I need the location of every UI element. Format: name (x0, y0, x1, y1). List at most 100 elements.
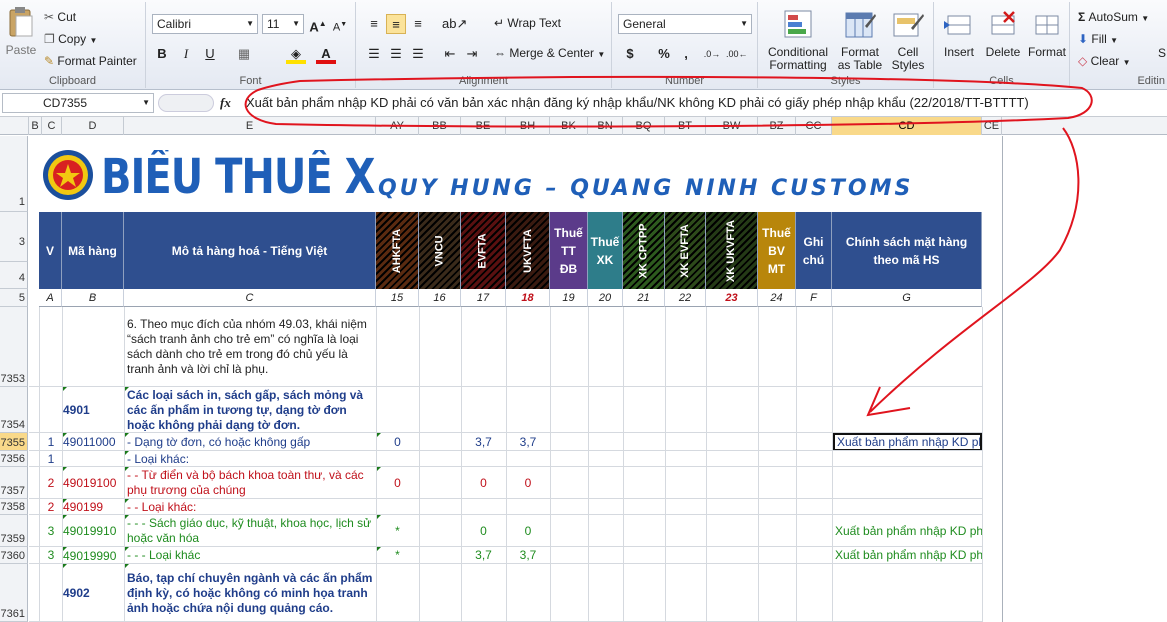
select-all-corner[interactable] (0, 117, 29, 135)
fx-button[interactable]: fx (220, 95, 231, 111)
column-header[interactable]: BT (665, 117, 706, 135)
header-cell[interactable]: UKVFTA (506, 212, 550, 289)
cell-ukvfta[interactable] (506, 307, 550, 387)
header-cell[interactable]: Thuế BV MT (758, 212, 796, 289)
clear-button[interactable]: ◇ Clear ▼ (1078, 54, 1131, 68)
row-header[interactable]: 1 (0, 136, 28, 212)
column-header[interactable]: B (29, 117, 42, 135)
cell-v[interactable]: 1 (40, 451, 62, 467)
cell-chinh-sach[interactable] (833, 564, 982, 622)
column-number-cell[interactable]: 22 (665, 289, 706, 307)
column-number-cell[interactable]: 21 (623, 289, 665, 307)
column-header[interactable]: BE (461, 117, 506, 135)
column-number-cell[interactable]: 20 (588, 289, 623, 307)
currency-button[interactable]: $ (620, 44, 640, 64)
column-header[interactable]: CE (982, 117, 1002, 135)
header-cell[interactable]: EVFTA (461, 212, 506, 289)
align-right-icon[interactable]: ☰ (408, 44, 428, 64)
cell-code[interactable]: 49019910 (63, 515, 124, 547)
header-cell[interactable]: Ghi chú (796, 212, 832, 289)
header-cell[interactable]: XK UKVFTA (706, 212, 758, 289)
column-header[interactable]: BK (550, 117, 588, 135)
cell-evfta[interactable]: 3,7 (461, 547, 506, 564)
column-header[interactable]: CC (796, 117, 832, 135)
cell-v[interactable]: 3 (40, 547, 62, 564)
cell-ukvfta[interactable] (506, 564, 550, 622)
header-cell[interactable]: Thuế TT ĐB (550, 212, 588, 289)
cell-ahkfta[interactable] (376, 564, 419, 622)
decrease-decimal-icon[interactable]: .00← (726, 44, 748, 64)
cell-v[interactable]: 2 (40, 467, 62, 499)
cell-description[interactable]: - - - Sách giáo dục, kỹ thuật, khoa học,… (127, 515, 373, 547)
cell-evfta[interactable]: 0 (461, 467, 506, 499)
cell-ahkfta[interactable]: * (376, 547, 419, 564)
insert-button[interactable]: Insert (938, 2, 980, 74)
cell-code[interactable] (63, 451, 124, 467)
column-header[interactable]: BN (588, 117, 623, 135)
row-header[interactable]: 7360 (0, 547, 28, 564)
row-header[interactable]: 4 (0, 262, 28, 289)
cell-description[interactable]: 6. Theo mục đích của nhóm 49.03, khái ni… (127, 307, 373, 387)
sort-filter-label[interactable]: S (1158, 46, 1166, 60)
column-header[interactable]: BH (506, 117, 550, 135)
cell-v[interactable] (40, 307, 62, 387)
column-number-cell[interactable]: 19 (550, 289, 588, 307)
row-header[interactable]: 7357 (0, 467, 28, 499)
cut-button[interactable]: ✂ Cut (44, 10, 76, 24)
font-color-icon[interactable]: A (316, 44, 336, 64)
cell-description[interactable]: - - - Loại khác (127, 547, 373, 564)
header-cell[interactable]: AHKFTA (376, 212, 419, 289)
column-number-cell[interactable]: C (124, 289, 376, 307)
number-format-select[interactable]: General ▼ (618, 14, 752, 34)
cell-description[interactable]: - - Loại khác: (127, 499, 373, 515)
wrap-text-button[interactable]: ↵ Wrap Text (494, 16, 561, 30)
row-header[interactable]: 7354 (0, 387, 28, 433)
comma-button[interactable]: , (676, 44, 696, 64)
underline-button[interactable]: U (200, 44, 220, 64)
column-header[interactable]: AY (376, 117, 419, 135)
column-number-cell[interactable]: B (62, 289, 124, 307)
borders-icon[interactable]: ▦ (234, 44, 254, 64)
header-cell[interactable]: VNCU (419, 212, 461, 289)
header-cell[interactable]: XK CPTPP (623, 212, 665, 289)
header-cell[interactable]: XK EVFTA (665, 212, 706, 289)
column-number-cell[interactable]: 17 (461, 289, 506, 307)
cell-ahkfta[interactable]: * (376, 515, 419, 547)
row-header[interactable]: 7358 (0, 499, 28, 515)
conditional-formatting-button[interactable]: Conditional Formatting (762, 2, 834, 74)
align-center-icon[interactable]: ☰ (386, 44, 406, 64)
font-name-select[interactable]: Calibri ▼ (152, 14, 258, 34)
fill-button[interactable]: ⬇ Fill ▼ (1078, 32, 1118, 46)
cell-v[interactable]: 3 (40, 515, 62, 547)
column-header[interactable]: BQ (623, 117, 665, 135)
shrink-font-icon[interactable]: A▼ (330, 15, 350, 35)
cell-code[interactable]: 49011000 (63, 433, 124, 451)
cell-code[interactable] (63, 307, 124, 387)
increase-indent-icon[interactable]: ⇥ (462, 44, 482, 64)
cell-evfta[interactable] (461, 307, 506, 387)
row-header[interactable]: 7359 (0, 515, 28, 547)
column-header[interactable]: BB (419, 117, 461, 135)
cell-chinh-sach[interactable] (833, 307, 982, 387)
cell-ukvfta[interactable]: 3,7 (506, 433, 550, 451)
row-header[interactable]: 7361 (0, 564, 28, 622)
orientation-icon[interactable]: ab↗ (442, 14, 467, 34)
cell-styles-button[interactable]: Cell Styles (886, 2, 930, 74)
column-number-cell[interactable]: 24 (758, 289, 796, 307)
cell-chinh-sach[interactable]: Xuất bản phẩm nhập KD ph (833, 547, 982, 564)
cell-chinh-sach[interactable]: Xuất bản phẩm nhập KD ph (833, 515, 982, 547)
row-header[interactable]: 7353 (0, 307, 28, 387)
column-header[interactable]: E (124, 117, 376, 135)
italic-button[interactable]: I (176, 44, 196, 64)
header-cell[interactable]: V (39, 212, 62, 289)
cell-ahkfta[interactable] (376, 499, 419, 515)
cell-ahkfta[interactable] (376, 451, 419, 467)
cell-ukvfta[interactable] (506, 499, 550, 515)
font-size-select[interactable]: 11 ▼ (262, 14, 304, 34)
format-as-table-button[interactable]: Format as Table (836, 2, 884, 74)
cell-chinh-sach[interactable]: Xuất bản phẩm nhập KD ph (833, 433, 982, 451)
header-cell[interactable]: Thuế XK (588, 212, 623, 289)
delete-button[interactable]: Delete (982, 2, 1024, 74)
column-number-cell[interactable]: G (832, 289, 982, 307)
cell-ahkfta[interactable]: 0 (376, 467, 419, 499)
